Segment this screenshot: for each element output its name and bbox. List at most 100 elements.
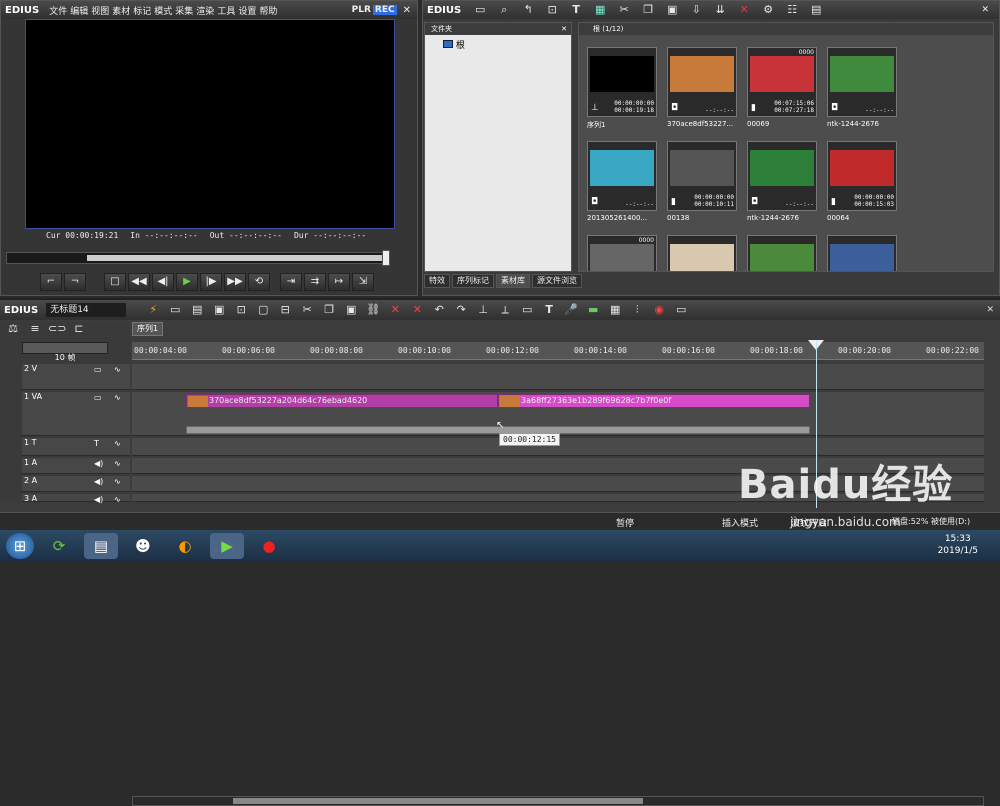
title-icon[interactable]: T [540,302,558,318]
color-bar-icon[interactable]: ▦ [591,2,609,18]
bin-clip-item[interactable]: ◘ --:--:-- ntk-1244-2676 [827,47,899,131]
tab-source-browser[interactable]: 源文件浏览 [532,274,582,288]
track-add-icon[interactable]: ≡ [26,321,44,337]
mixer-icon[interactable]: ⫶ [628,302,646,318]
track-wave-icon[interactable]: ∿ [114,393,121,402]
folder-icon[interactable]: ▭ [471,2,489,18]
start-button-icon[interactable]: ⊞ [6,533,34,559]
bin-clip-item[interactable] [827,235,899,271]
close-icon[interactable]: ✕ [403,5,411,16]
root-folder-item[interactable]: 根 [425,35,571,51]
set-in-icon[interactable]: ⌐ [40,273,62,291]
bin-clip-item[interactable] [747,235,819,271]
ripple-icon[interactable]: ↦ [328,273,350,291]
timeline-clip[interactable]: 3a68ff27363e1b289f69628c7b7f0e0f [498,394,810,408]
set-out-icon[interactable]: ¬ [64,273,86,291]
mic-icon[interactable]: 🎤 [562,302,580,318]
color-icon[interactable]: ◉ [650,302,668,318]
menu-item[interactable]: 素材 [112,7,130,17]
redo-icon[interactable]: ↷ [452,302,470,318]
loop-icon[interactable]: ⟲ [248,273,270,291]
track-wave-icon[interactable]: ∿ [114,365,121,374]
paste-icon[interactable]: ▣ [663,2,681,18]
track-wave-icon[interactable]: ∿ [114,459,121,468]
sequence-tab[interactable]: 序列1 [132,322,164,336]
menu-item[interactable]: 编辑 [70,7,88,17]
timeline-clip[interactable]: 370ace8df53227a204d64c76ebad4620 [186,394,498,408]
track-header[interactable]: 1 T T ∿ [22,438,130,456]
stop-icon[interactable]: □ [104,273,126,291]
bin-clip-item[interactable]: ◘ --:--:-- ntk-1244-2676 [747,141,819,225]
insert-icon[interactable]: ⇥ [280,273,302,291]
bin-clip-item[interactable]: ⊥ 00:00:00:00 00:00:19:18 序列1 [587,47,659,131]
grid-icon[interactable]: ▦ [606,302,624,318]
firefox-icon[interactable]: ◐ [168,533,202,559]
open-project-icon[interactable]: ▤ [188,302,206,318]
timeline-ruler[interactable]: 00:00:04:00 00:00:06:00 00:00:08:00 00:00:1… [132,342,984,360]
cut-icon[interactable]: ✂ [615,2,633,18]
menu-item[interactable]: 渲染 [196,7,214,17]
track-header[interactable]: 2 A ◀) ∿ [22,476,130,492]
save-icon[interactable]: ▣ [210,302,228,318]
menu-item[interactable]: 文件 [49,7,67,17]
undo-stack-icon[interactable]: ⊡ [232,302,250,318]
recorder-icon[interactable]: ● [252,533,286,559]
track-header[interactable]: 1 VA ▭ ∿ [22,392,130,436]
timeline-close-icon[interactable]: ✕ [986,305,994,315]
bin-close-icon[interactable]: ✕ [981,5,989,15]
qq-icon[interactable]: ☻ [126,533,160,559]
menu-item[interactable]: 工具 [217,7,235,17]
monitor-icon[interactable]: ▭ [672,302,690,318]
marker-icon[interactable]: ⊥ [474,302,492,318]
undo-icon[interactable]: ↶ [430,302,448,318]
link-icon[interactable]: ⛓ [364,302,382,318]
view-mode-icon[interactable]: ☷ [783,2,801,18]
bin-clip-item[interactable]: 0000 ▮ 00:07:15:06 00:07:27:18 00069 [747,47,819,131]
prev-frame-icon[interactable]: ◀| [152,273,174,291]
scrollbar-thumb[interactable] [233,798,643,804]
player-scrub-bar[interactable] [6,252,390,264]
track-wave-icon[interactable]: ∿ [114,477,121,486]
copy-icon[interactable]: ❐ [639,2,657,18]
up-folder-icon[interactable]: ↰ [519,2,537,18]
fast-forward-icon[interactable]: ▶▶ [224,273,246,291]
menu-item[interactable]: 标记 [133,7,151,17]
track-header[interactable]: 1 A ◀) ∿ [22,458,130,474]
properties-icon[interactable]: ⚙ [759,2,777,18]
tab-effects[interactable]: 特效 [424,274,450,288]
refresh-app-icon[interactable]: ⟳ [42,533,76,559]
rewind-icon[interactable]: ◀◀ [128,273,150,291]
edius-taskbar-icon[interactable]: ▶ [210,533,244,559]
set-in-out-icon[interactable]: ⟂ [496,302,514,318]
timeline-track[interactable] [132,364,984,390]
delete-icon[interactable]: ✕ [386,302,404,318]
wand-icon[interactable]: ⚡ [144,302,162,318]
paste-icon[interactable]: ▣ [342,302,360,318]
archive-icon[interactable]: ▤ [807,2,825,18]
plr-mode-button[interactable]: PLR [352,5,371,15]
overwrite-timeline-icon[interactable]: ⇊ [711,2,729,18]
copy-icon[interactable]: ❐ [320,302,338,318]
system-clock[interactable]: 15:33 2019/1/5 [938,533,978,557]
menu-item[interactable]: 视图 [91,7,109,17]
bin-clip-item[interactable]: ▮ 00:00:00:00 00:00:15:03 00064 [827,141,899,225]
bin-clip-item[interactable]: ◘ --:--:-- 370ace8df53227... [667,47,739,131]
folder-pane-close-icon[interactable]: ✕ [561,23,567,35]
track-type-icon[interactable]: ⚖ [4,321,22,337]
track-wave-icon[interactable]: ∿ [114,439,121,448]
ripple-delete-icon[interactable]: ✕ [408,302,426,318]
rec-mode-button[interactable]: REC [372,5,397,15]
split-icon[interactable]: ⊟ [276,302,294,318]
bin-clip-item[interactable] [667,235,739,271]
cut-icon[interactable]: ✂ [298,302,316,318]
track-header[interactable]: 3 A ◀) ∿ [22,494,130,504]
scrub-handle[interactable] [382,250,390,266]
export-icon[interactable]: ⇲ [352,273,374,291]
bin-clip-item[interactable]: 0000 [587,235,659,271]
overwrite-icon[interactable]: ⇉ [304,273,326,291]
title-icon[interactable]: T [567,2,585,18]
menu-item[interactable]: 模式 [154,7,172,17]
menu-item[interactable]: 帮助 [259,7,277,17]
bin-clip-item[interactable]: ▮ 00:00:00:00 00:00:10:11 00138 [667,141,739,225]
next-frame-icon[interactable]: |▶ [200,273,222,291]
